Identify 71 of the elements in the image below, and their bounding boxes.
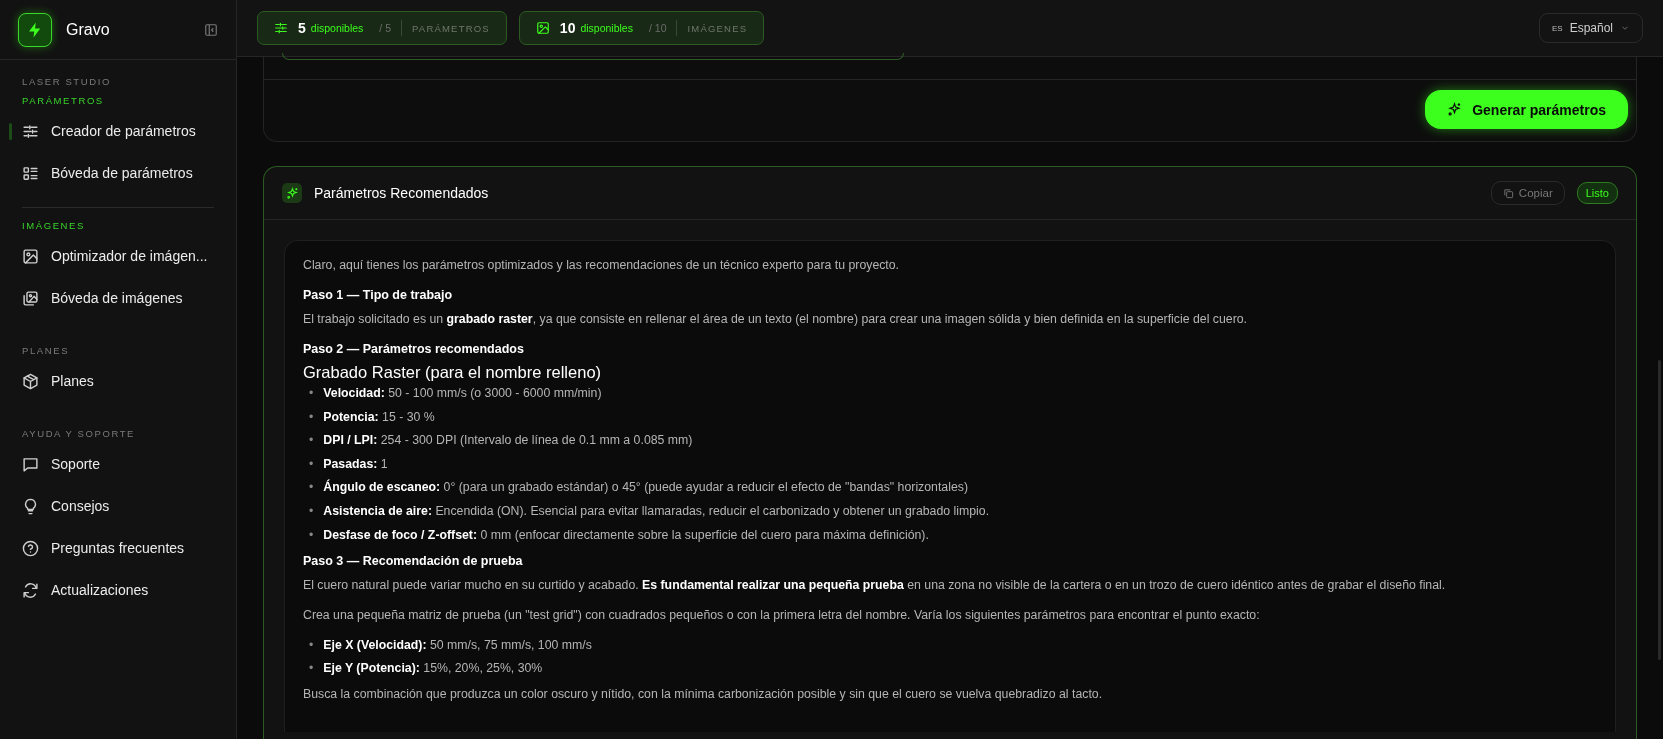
sidebar-item[interactable]: Bóveda de parámetros	[0, 152, 236, 194]
step-heading: Paso 3 — Recomendación de prueba	[303, 552, 524, 570]
cube-icon	[22, 372, 39, 390]
help-icon	[22, 539, 39, 557]
bullet: •	[309, 660, 314, 678]
section-title: AYUDA Y SOPORTE	[21, 428, 137, 439]
bullet: •	[309, 636, 314, 654]
copy-button[interactable]: Copiar	[1490, 181, 1565, 205]
credit-count: 10	[559, 20, 576, 36]
credit-total: / 5	[379, 22, 392, 34]
images-icon	[22, 289, 39, 307]
list-item: Ángulo de escaneo: 0° (para un grabado estándar) o 45° (puede ayudar a reducir el efecto de "bandas" horizontales)	[323, 479, 968, 497]
sliders-icon	[274, 21, 288, 35]
paragraph: Claro, aquí tienes los parámetros optimizados y las recomendaciones de un técnico experto para tu proyecto.	[303, 257, 901, 274]
list-item: Pasadas: 1	[323, 455, 388, 473]
sidebar-item[interactable]: Consejos	[0, 485, 236, 527]
credit-label: PARÁMETROS	[412, 22, 490, 34]
bullet: •	[309, 385, 314, 402]
list-item: Velocidad: 50 - 100 mm/s (o 3000 - 6000 mm/min)	[323, 385, 602, 402]
section-title: PLANES	[21, 345, 71, 356]
paragraph: Crea una pequeña matriz de prueba (un "test grid") con cuadrados pequeños o con la primera letra del nombre. Varía los siguientes parámetros para encontrar el punto exacto:	[303, 606, 1261, 624]
copy-icon	[1502, 187, 1514, 199]
credit-count: 5	[298, 20, 306, 36]
panel-title: Parámetros Recomendados	[314, 185, 490, 201]
sidebar-item[interactable]: Soporte	[0, 443, 236, 485]
list-item: Eje Y (Potencia): 15%, 20%, 25%, 30%	[323, 660, 543, 678]
list-item: Eje X (Velocidad): 50 mm/s, 75 mm/s, 100 mm/s	[323, 636, 592, 654]
sidebar-item[interactable]: Bóveda de imágenes	[0, 277, 236, 319]
image-icon	[535, 21, 550, 35]
lightbulb-icon	[22, 497, 39, 515]
step-heading: Paso 1 — Tipo de trabajo	[303, 287, 454, 304]
bullet: •	[309, 432, 314, 450]
section-title: IMÁGENES	[21, 220, 86, 231]
sidebar-item[interactable]: Creador de parámetros	[0, 110, 236, 152]
status-badge: Listo	[1576, 182, 1618, 204]
sparkle-icon	[282, 183, 302, 203]
section-title: PARÁMETROS	[21, 95, 105, 106]
generate-button[interactable]: Generar parámetros	[1425, 90, 1628, 129]
list-item: Asistencia de aire: Encendida (ON). Esencial para evitar llamaradas, reducir el carbonizado y obtener un grabado limpio.	[323, 502, 990, 520]
sidebar-item[interactable]: Planes	[0, 360, 236, 402]
bullet: •	[309, 526, 314, 544]
list-item: Potencia: 15 - 30 %	[323, 408, 435, 426]
credit-status: disponibles	[580, 22, 633, 34]
paragraph: El trabajo solicitado es un grabado raster, ya que consiste en rellenar el área de un texto (el nombre) para crear una imagen sólida y bien definida en la superficie del cuero.	[303, 311, 1248, 328]
credit-total: / 10	[648, 22, 667, 34]
image-icon	[22, 247, 39, 265]
app-name: Gravo	[66, 20, 111, 39]
chat-icon	[22, 455, 39, 473]
bullet: •	[309, 455, 314, 473]
section-heading: Grabado Raster (para el nombre relleno)	[303, 362, 603, 382]
language-selector[interactable]: ES Español	[1538, 13, 1643, 43]
sidebar-item[interactable]: Actualizaciones	[0, 569, 236, 611]
sparkle-icon	[1447, 102, 1463, 117]
bullet: •	[309, 408, 314, 426]
bullet: •	[309, 479, 314, 497]
refresh-icon	[22, 581, 39, 599]
bullet: •	[309, 502, 314, 520]
sidebar-toggle-icon[interactable]	[204, 22, 218, 37]
sidebar-item[interactable]: Optimizador de imágen...	[0, 235, 236, 277]
credit-label: IMÁGENES	[687, 22, 748, 34]
section-title: LASER STUDIO	[21, 76, 112, 87]
list-item: DPI / LPI: 254 - 300 DPI (Intervalo de línea de 0.1 mm a 0.085 mm)	[323, 432, 693, 450]
paragraph: El cuero natural puede variar mucho en su curtido y acabado. Es fundamental realizar una pequeña prueba en una zona no visible de la cartera o en un trozo de cuero idéntico antes de grabar el diseño final.	[303, 576, 1447, 594]
credit-status: disponibles	[310, 22, 364, 34]
paragraph: Busca la combinación que produzca un color oscuro y nítido, con la mínima carbonización posible y sin que el cuero se vuelva quebradizo al tacto.	[303, 686, 1104, 704]
sidebar-item[interactable]: Preguntas frecuentes	[0, 527, 236, 569]
sliders-icon	[22, 122, 39, 140]
list-item: Desfase de foco / Z-offset: 0 mm (enfocar directamente sobre la superficie del cuero para máxima definición).	[323, 526, 929, 544]
list-icon	[22, 164, 39, 182]
logo	[18, 12, 52, 47]
step-heading: Paso 2 — Parámetros recomendados	[303, 341, 525, 358]
